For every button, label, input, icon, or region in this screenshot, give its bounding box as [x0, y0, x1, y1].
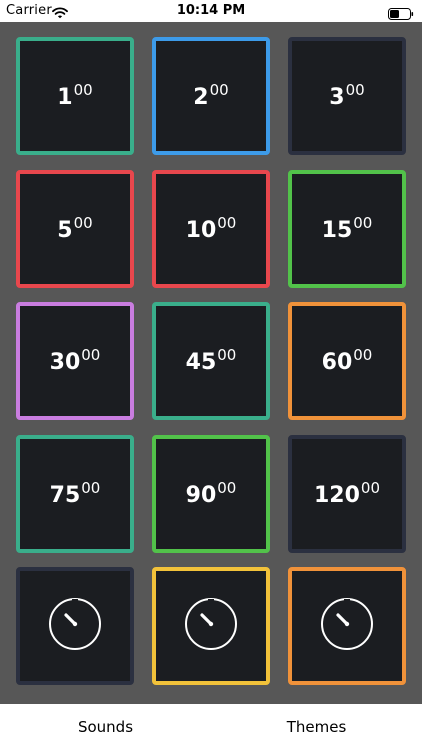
timer-tile[interactable]: 100: [16, 37, 134, 155]
timer-minutes: 90: [185, 483, 217, 508]
custom-timer-tile[interactable]: [288, 567, 406, 685]
timer-seconds: 00: [73, 81, 93, 99]
timer-minutes: 3: [329, 85, 345, 110]
tab-bar: Sounds Themes: [0, 704, 422, 750]
timer-tile[interactable]: 6000: [288, 302, 406, 420]
status-bar: Carrier 10:14 PM: [0, 0, 422, 22]
status-time: 10:14 PM: [176, 3, 246, 18]
timer-seconds: 00: [217, 479, 237, 497]
timer-grid: 100 200 300 500 1000 1500 3000 4500 6000…: [0, 22, 422, 704]
timer-seconds: 00: [81, 346, 101, 364]
timer-minutes: 30: [49, 350, 81, 375]
custom-timer-tile[interactable]: [152, 567, 270, 685]
timer-minutes: 120: [313, 483, 360, 508]
timer-tile[interactable]: 300: [288, 37, 406, 155]
tab-themes[interactable]: Themes: [211, 704, 422, 750]
timer-tile[interactable]: 9000: [152, 435, 270, 553]
timer-seconds: 00: [360, 479, 381, 497]
tab-sounds[interactable]: Sounds: [0, 704, 211, 750]
stopwatch-icon: [183, 596, 239, 657]
timer-tile[interactable]: 12000: [288, 435, 406, 553]
timer-seconds: 00: [353, 346, 373, 364]
timer-minutes: 1: [57, 85, 73, 110]
timer-seconds: 00: [81, 479, 101, 497]
timer-tile[interactable]: 200: [152, 37, 270, 155]
timer-tile[interactable]: 3000: [16, 302, 134, 420]
timer-tile[interactable]: 1000: [152, 170, 270, 288]
timer-seconds: 00: [217, 346, 237, 364]
timer-tile[interactable]: 4500: [152, 302, 270, 420]
timer-minutes: 2: [193, 85, 209, 110]
timer-minutes: 15: [321, 218, 353, 243]
timer-minutes: 5: [57, 218, 73, 243]
timer-tile[interactable]: 1500: [288, 170, 406, 288]
timer-tile[interactable]: 500: [16, 170, 134, 288]
timer-minutes: 10: [185, 218, 217, 243]
stopwatch-icon: [319, 596, 375, 657]
timer-seconds: 00: [209, 81, 229, 99]
timer-minutes: 75: [49, 483, 81, 508]
timer-seconds: 00: [217, 214, 237, 232]
timer-minutes: 45: [185, 350, 217, 375]
timer-tile[interactable]: 7500: [16, 435, 134, 553]
timer-minutes: 60: [321, 350, 353, 375]
timer-seconds: 00: [73, 214, 93, 232]
stopwatch-icon: [47, 596, 103, 657]
custom-timer-tile[interactable]: [16, 567, 134, 685]
timer-seconds: 00: [353, 214, 373, 232]
timer-seconds: 00: [345, 81, 365, 99]
